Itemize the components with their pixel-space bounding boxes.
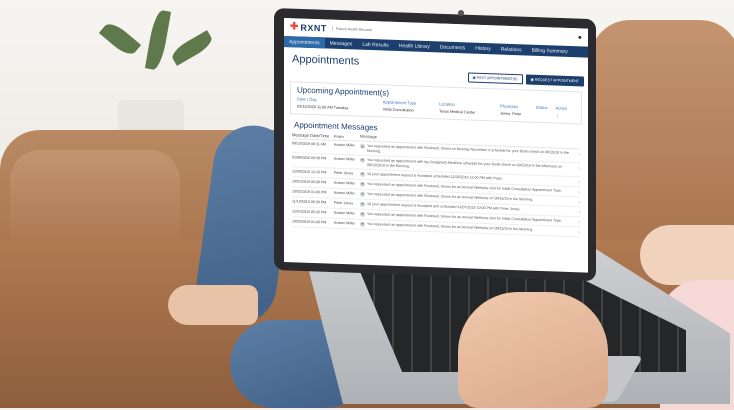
message-from: Kristen Miller	[334, 143, 360, 148]
message-from: Kristen Miller	[334, 157, 360, 162]
tab-appointments[interactable]: Appointments	[284, 36, 325, 48]
column-header: From	[334, 134, 360, 140]
tab-lab-results[interactable]: Lab Results	[357, 39, 393, 51]
chevron-right-icon[interactable]: ›	[574, 219, 580, 224]
logo-subtitle: Patient Health Records	[332, 27, 372, 32]
laptop-screen: ✚ RXNT Patient Health Records ● Appointm…	[284, 18, 588, 273]
appointment-physician: Jones, Peter	[500, 110, 536, 119]
message-from: Kristen Miller	[334, 211, 360, 216]
message-date: 10/02/2019 01:00 PM	[292, 219, 334, 224]
tab-history[interactable]: History	[470, 43, 496, 55]
logo-cross-icon: ✚	[290, 22, 298, 32]
past-appointments-button[interactable]: ▣ PAST APPOINTMENT(S)	[468, 72, 523, 84]
status-cell	[536, 111, 556, 119]
messages-rows: 09/13/2019 08:11 AMKristen Miller✉You re…	[292, 140, 580, 238]
tab-health-library[interactable]: Health Library	[394, 40, 435, 52]
message-date: 10/02/2019 01:00 PM	[292, 189, 334, 194]
message-from: Kristen Miller	[334, 181, 360, 186]
person-foot	[168, 285, 258, 325]
past-appointments-label: PAST APPOINTMENT(S)	[477, 76, 518, 81]
message-from: Kristen Miller	[334, 191, 360, 196]
message-date: 09/13/2019 08:11 AM	[292, 142, 334, 147]
message-icon: ✉	[360, 182, 365, 187]
row-action[interactable]: ⋮	[556, 111, 575, 119]
chevron-right-icon[interactable]: ›	[574, 209, 580, 214]
message-from: Peter Jones	[334, 171, 360, 176]
chevron-right-icon[interactable]: ›	[574, 179, 580, 184]
person-arm	[640, 225, 734, 285]
sofa-cushion	[590, 20, 734, 250]
webcam-icon	[458, 10, 464, 16]
app-logo[interactable]: ✚ RXNT Patient Health Records	[290, 22, 372, 35]
user-icon[interactable]: ●	[578, 34, 582, 41]
chevron-right-icon[interactable]: ›	[574, 152, 580, 157]
tab-billing-summary[interactable]: Billing Summary	[527, 44, 573, 57]
message-date: 11/19/2019 05:39 PM	[292, 199, 334, 204]
appointment-type: Initial Consultation	[383, 105, 439, 114]
message-from: Kristen Miller	[334, 221, 360, 226]
message-icon: ✉	[360, 212, 365, 217]
chevron-right-icon[interactable]: ›	[574, 189, 580, 194]
chevron-right-icon[interactable]: ›	[574, 229, 580, 234]
message-date: 01/08/2020 09:36 PM	[292, 155, 334, 160]
appointment-location: Texas Medical Center	[439, 107, 500, 117]
message-icon: ✉	[360, 192, 365, 197]
tab-messages[interactable]: Messages	[325, 37, 358, 49]
message-icon: ✉	[360, 202, 365, 207]
request-appointment-button[interactable]: ▣ REQUEST APPOINTMENT	[526, 74, 584, 86]
appointment-date: 03/12/2020 11:00 AM Tuesday	[297, 102, 383, 112]
person-hand	[458, 292, 608, 408]
message-icon: ✉	[360, 222, 365, 227]
message-date: 12/09/2019 12:10 PM	[292, 169, 334, 174]
tab-documents[interactable]: Documents	[435, 41, 470, 53]
message-icon: ✉	[360, 158, 365, 163]
upcoming-appointments-card: Upcoming Appointment(s) Date / Day Appoi…	[290, 81, 582, 125]
message-date: 12/01/2019 05:20 PM	[292, 209, 334, 214]
message-icon: ✉	[360, 144, 365, 149]
column-header: Message Date/Time	[292, 133, 334, 139]
logo-text: RXNT	[300, 23, 327, 34]
message-from: Peter Jones	[334, 201, 360, 206]
chevron-right-icon[interactable]: ›	[574, 165, 580, 170]
request-appointment-label: REQUEST APPOINTMENT	[535, 78, 579, 84]
tab-relations[interactable]: Relations	[496, 43, 527, 55]
message-date: 10/01/2019 05:06 PM	[292, 179, 334, 184]
message-icon: ✉	[360, 172, 365, 177]
chevron-right-icon[interactable]: ›	[574, 199, 580, 204]
messages-list: Message Date/Time From Message 09/13/201…	[292, 132, 580, 238]
